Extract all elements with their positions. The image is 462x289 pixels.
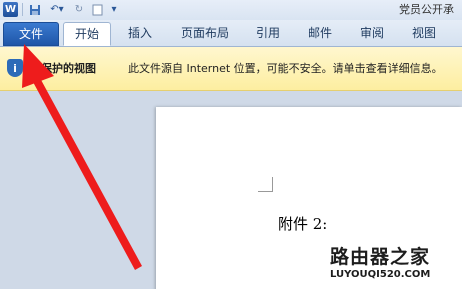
save-icon[interactable]: [28, 2, 42, 17]
undo-icon[interactable]: ↶▾: [46, 2, 68, 17]
toolbar-separator: [22, 3, 23, 16]
document-title: 党员公开承: [399, 3, 454, 16]
protected-view-title: 受保护的视图: [30, 62, 96, 75]
tab-view[interactable]: 视图: [402, 22, 446, 44]
protected-view-bar[interactable]: i 受保护的视图 此文件源自 Internet 位置，可能不安全。请单击查看详细…: [0, 47, 462, 91]
watermark-title: 路由器之家: [330, 246, 431, 268]
protected-view-message[interactable]: 此文件源自 Internet 位置，可能不安全。请单击查看详细信息。: [128, 60, 443, 76]
ribbon-tabs: 文件 开始 插入 页面布局 引用 邮件 审阅 视图: [0, 20, 462, 47]
shield-info-icon: i: [7, 59, 23, 77]
tab-page-layout[interactable]: 页面布局: [172, 22, 238, 44]
tab-home[interactable]: 开始: [63, 22, 111, 46]
tab-review[interactable]: 审阅: [350, 22, 394, 44]
title-bar: W ↶▾ ↻ ▾ 党员公开承: [0, 0, 462, 21]
customize-toolbar-icon[interactable]: ▾: [108, 2, 120, 17]
new-document-icon[interactable]: [90, 2, 104, 17]
word-window: W ↶▾ ↻ ▾ 党员公开承 文件 开始 插入 页面布局 引用 邮件 审阅 视图…: [0, 0, 462, 289]
watermark-url: LUYOUQI520.COM: [330, 269, 431, 280]
tab-references[interactable]: 引用: [246, 22, 290, 44]
document-text: 附件 2:: [278, 215, 328, 233]
redo-icon[interactable]: ↻: [72, 2, 86, 17]
margin-corner-mark: [258, 177, 273, 192]
tab-insert[interactable]: 插入: [118, 22, 162, 44]
tab-mailings[interactable]: 邮件: [298, 22, 342, 44]
word-app-icon[interactable]: W: [3, 2, 18, 17]
tab-file[interactable]: 文件: [3, 22, 59, 46]
